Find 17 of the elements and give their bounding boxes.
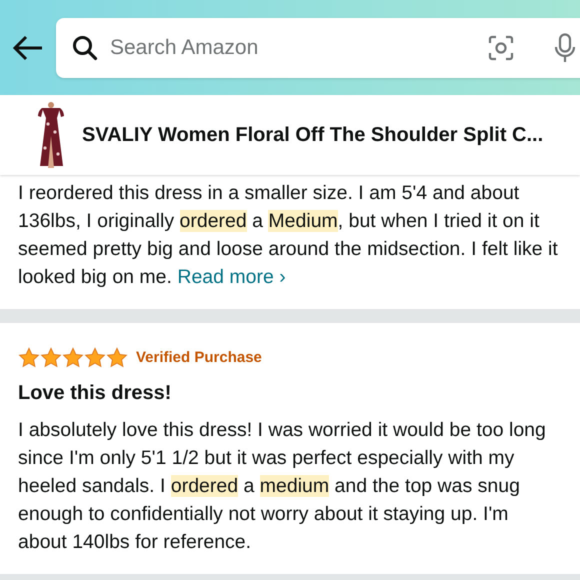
star-icon	[84, 347, 106, 370]
read-more-link[interactable]: Read more ›	[177, 266, 286, 288]
camera-scan-icon[interactable]	[488, 34, 514, 60]
back-arrow-icon[interactable]	[12, 34, 44, 62]
star-icon	[18, 347, 40, 370]
search-field[interactable]: Search Amazon	[110, 32, 476, 64]
star-icon	[40, 347, 62, 370]
star-icon	[106, 347, 128, 370]
verified-purchase-label: Verified Purchase	[136, 348, 262, 368]
search-bar[interactable]: Search Amazon	[56, 18, 580, 78]
microphone-icon[interactable]	[554, 32, 576, 62]
star-icon	[62, 347, 84, 370]
search-icon	[72, 34, 98, 60]
review-text: I absolutely love this dress! I was worried it would be too long since I'm only 5'1 1/2 but it was perfect especially with my heeled sandals. I ordered a medium and the top was snug enough to confidentially not worry about it staying up. I'm about 140lbs for reference.	[18, 418, 547, 554]
review-title: Love this dress!	[18, 380, 172, 406]
product-title[interactable]: SVALIY Women Floral Off The Shoulder Split C...	[82, 120, 544, 150]
review-text: I reordered this dress in a smaller size. I am 5'4 and about 136lbs, I originally ordered a Medium, but when I tried it on it seemed pretty big and loose around the midsection. I felt like it looked big on me. Read more ›	[18, 181, 559, 290]
